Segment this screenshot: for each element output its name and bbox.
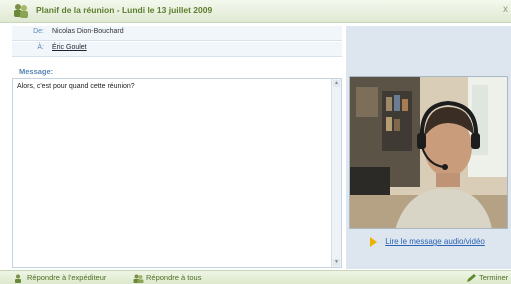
reply-all-icon bbox=[133, 274, 144, 283]
video-panel: Lire le message audio/vidéo bbox=[346, 26, 511, 269]
play-message-row[interactable]: Lire le message audio/vidéo bbox=[370, 237, 485, 247]
close-icon[interactable]: x bbox=[503, 4, 508, 15]
play-icon[interactable] bbox=[370, 237, 377, 247]
reply-sender-button[interactable]: Répondre à l'expéditeur bbox=[14, 273, 106, 283]
reply-all-label: Répondre à tous bbox=[146, 273, 202, 282]
people-icon bbox=[14, 4, 28, 18]
window-title: Planif de la réunion - Lundi le 13 juill… bbox=[36, 5, 213, 15]
message-label: Message: bbox=[19, 67, 54, 76]
message-scrollbar[interactable]: ▲ ▼ bbox=[331, 79, 341, 267]
message-text: Alors, c'est pour quand cette réunion? bbox=[17, 83, 135, 90]
title-bar: Planif de la réunion - Lundi le 13 juill… bbox=[0, 0, 511, 23]
scroll-up-icon[interactable]: ▲ bbox=[333, 80, 340, 87]
video-still-image bbox=[350, 77, 507, 228]
play-audio-video-link[interactable]: Lire le message audio/vidéo bbox=[385, 237, 485, 246]
finish-label: Terminer bbox=[479, 273, 509, 282]
from-label: De: bbox=[33, 28, 44, 35]
pencil-icon bbox=[467, 273, 476, 282]
scroll-down-icon[interactable]: ▼ bbox=[333, 259, 340, 266]
finish-button[interactable]: Terminer bbox=[466, 273, 508, 283]
message-body-area[interactable]: Alors, c'est pour quand cette réunion? ▲… bbox=[12, 78, 342, 268]
video-thumbnail[interactable] bbox=[349, 76, 508, 229]
to-row: À: Éric Goulet bbox=[12, 42, 342, 57]
to-recipient-link[interactable]: Éric Goulet bbox=[52, 44, 87, 51]
reply-icon bbox=[15, 274, 21, 283]
action-bar: Répondre à l'expéditeur Répondre à tous … bbox=[0, 270, 511, 284]
from-row: De: Nicolas Dion-Bouchard bbox=[12, 26, 342, 41]
reply-sender-label: Répondre à l'expéditeur bbox=[27, 273, 107, 282]
reply-all-button[interactable]: Répondre à tous bbox=[133, 273, 201, 283]
to-label: À: bbox=[37, 44, 44, 51]
from-value: Nicolas Dion-Bouchard bbox=[52, 28, 124, 35]
